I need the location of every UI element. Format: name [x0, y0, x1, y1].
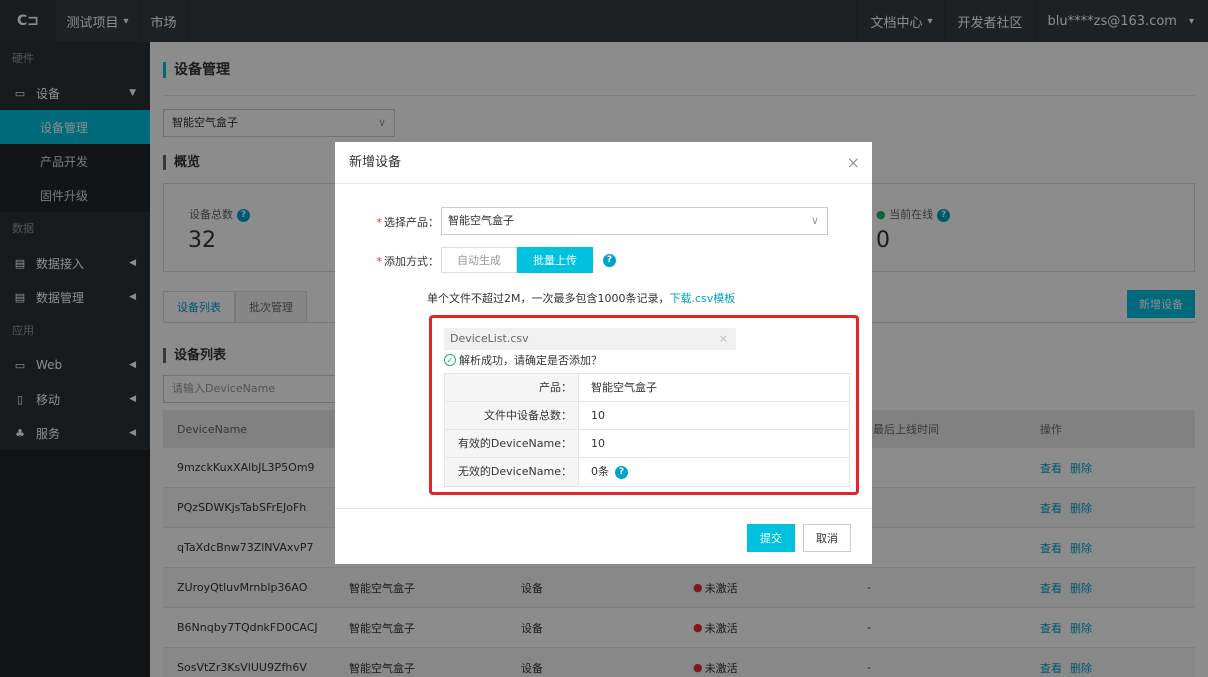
info-row-valid: 有效的DeviceName： 10 [445, 430, 849, 458]
required-mark: * [376, 255, 383, 268]
method-batch-button[interactable]: 批量上传 [517, 247, 593, 273]
close-icon[interactable]: × [847, 142, 860, 184]
info-row-total: 文件中设备总数： 10 [445, 402, 849, 430]
parse-status-text: 解析成功，请确定是否添加？ [459, 354, 602, 367]
info-value: 智能空气盒子 [591, 380, 657, 394]
file-name: DeviceList.csv [450, 332, 529, 345]
info-key: 文件中设备总数： [445, 402, 579, 429]
parse-info-table: 产品： 智能空气盒子 文件中设备总数： 10 有效的DeviceName： 10… [444, 373, 850, 487]
upload-result-highlight: DeviceList.csv × ✓ 解析成功，请确定是否添加？ 产品： 智能空… [429, 315, 859, 495]
invalid-count: 0条 [591, 465, 609, 478]
required-mark: * [376, 216, 383, 229]
add-device-dialog: 新增设备 × * 选择产品： 智能空气盒子 ∨ * 添加方式： 自动生成 批量上传 … [335, 142, 872, 564]
cancel-button[interactable]: 取消 [803, 524, 851, 552]
info-key: 有效的DeviceName： [445, 430, 579, 457]
uploaded-file-chip: DeviceList.csv × [444, 328, 736, 350]
help-icon[interactable]: ? [603, 254, 616, 267]
check-circle-icon: ✓ [444, 354, 456, 366]
info-value: 10 [591, 408, 605, 422]
info-row-product: 产品： 智能空气盒子 [445, 374, 849, 402]
chevron-down-icon: ∨ [810, 214, 819, 227]
product-label-text: 选择产品： [384, 216, 439, 229]
product-label: * 选择产品： [355, 214, 440, 230]
info-row-invalid: 无效的DeviceName： 0条? [445, 458, 849, 486]
dialog-footer-divider [335, 508, 872, 509]
upload-hint: 单个文件不超过2M，一次最多包含1000条记录，下载.csv模板 [427, 290, 735, 306]
method-label: * 添加方式： [355, 253, 440, 269]
submit-button[interactable]: 提交 [747, 524, 795, 552]
download-template-link[interactable]: 下载.csv模板 [669, 292, 735, 305]
dialog-header: 新增设备 × [335, 142, 872, 184]
info-value: 0条? [579, 458, 628, 486]
add-method-toggle: 自动生成 批量上传 [441, 247, 593, 273]
parse-status: ✓ 解析成功，请确定是否添加？ [444, 352, 602, 368]
info-key: 无效的DeviceName： [445, 458, 579, 486]
dialog-product-value: 智能空气盒子 [448, 214, 514, 227]
info-key: 产品： [445, 374, 579, 401]
method-auto-button[interactable]: 自动生成 [441, 247, 517, 273]
upload-hint-text: 单个文件不超过2M，一次最多包含1000条记录， [427, 292, 670, 305]
remove-file-icon[interactable]: × [719, 328, 728, 350]
method-label-text: 添加方式： [384, 255, 439, 268]
dialog-title: 新增设备 [349, 155, 402, 170]
dialog-product-select[interactable]: 智能空气盒子 ∨ [441, 207, 828, 235]
info-value: 10 [591, 436, 605, 450]
help-icon[interactable]: ? [615, 465, 628, 479]
